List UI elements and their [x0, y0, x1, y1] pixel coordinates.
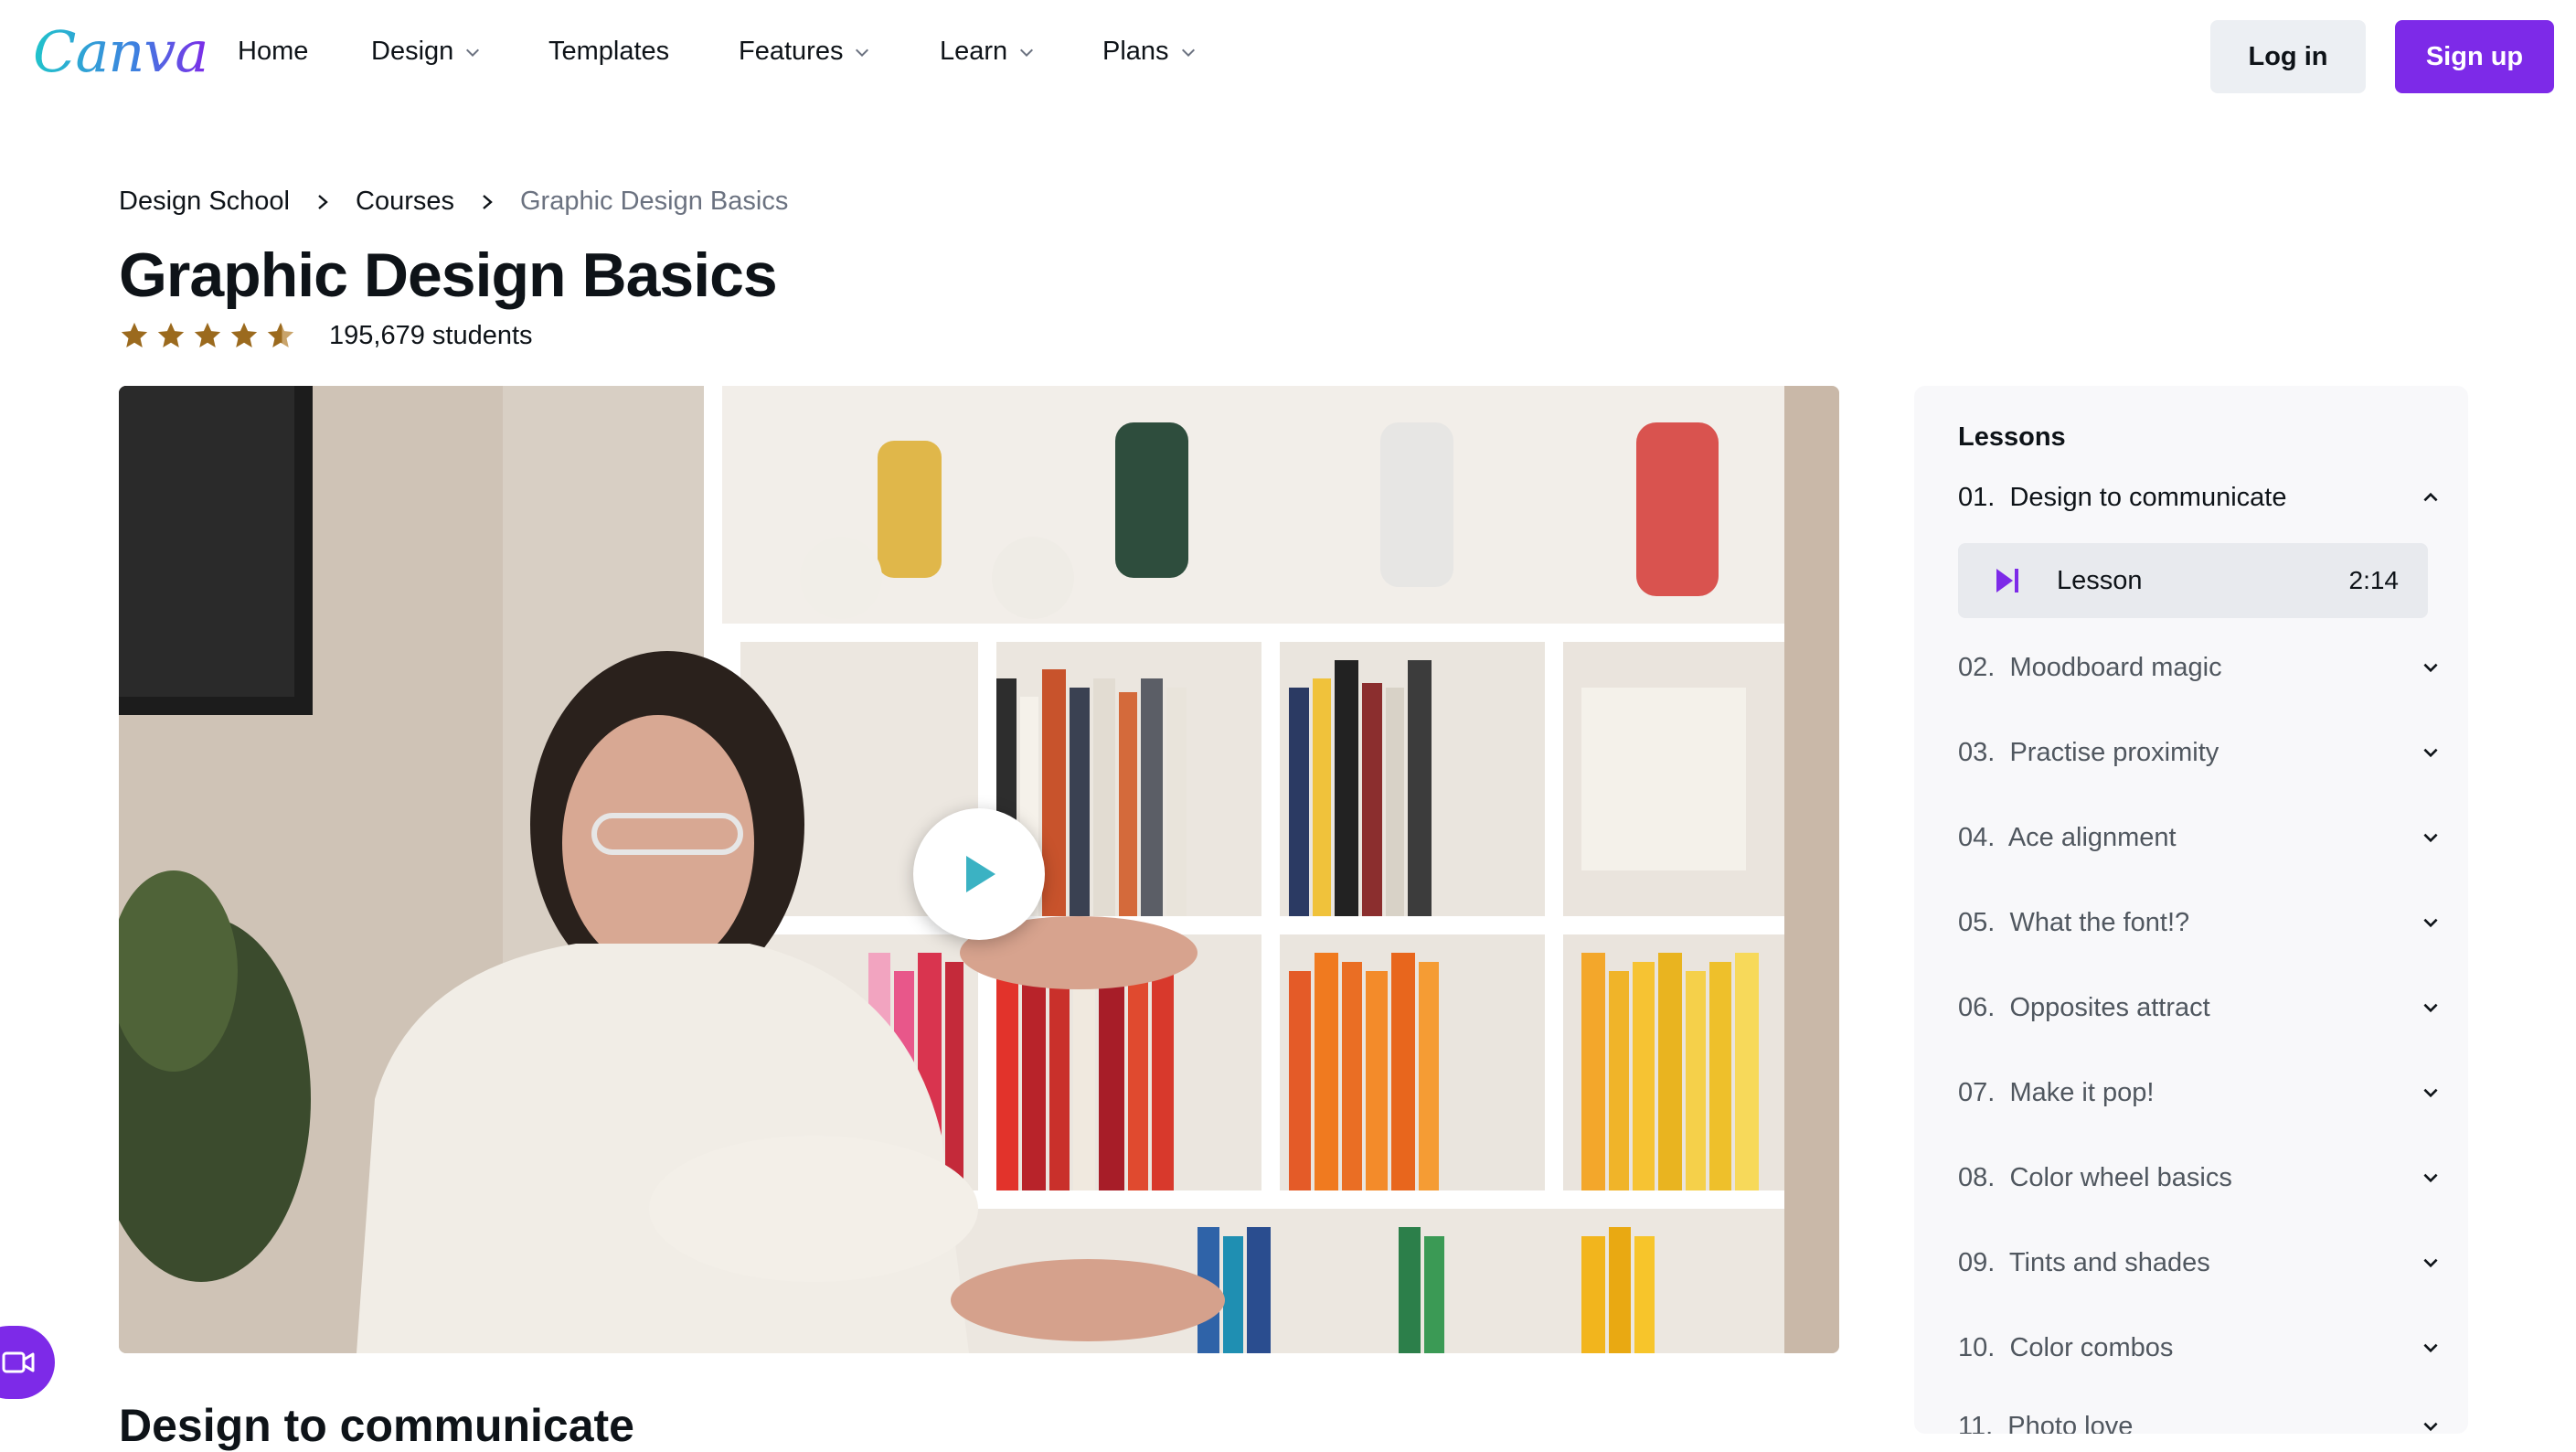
module-04[interactable]: 04. Ace alignment [1958, 810, 2441, 865]
star-icon [230, 322, 258, 348]
module-11[interactable]: 11. Photo love [1958, 1399, 2441, 1434]
lesson-duration: 2:14 [2348, 566, 2400, 594]
nav-home-label: Home [238, 37, 309, 66]
canva-logo[interactable]: Canva [33, 18, 208, 85]
module-01[interactable]: 01. Design to communicate [1958, 470, 2441, 525]
nav-templates-label: Templates [548, 37, 670, 66]
nav-plans-label: Plans [1102, 37, 1169, 66]
chevron-down-icon [2423, 663, 2438, 673]
login-button[interactable]: Log in [2210, 20, 2366, 93]
course-rating: 195,679 students [119, 320, 533, 351]
star-icon [194, 322, 221, 348]
module-02[interactable]: 02. Moodboard magic [1958, 640, 2441, 695]
chevron-down-icon [2423, 1173, 2438, 1183]
chevron-up-icon [2423, 492, 2438, 502]
nav-learn[interactable]: Learn [940, 37, 1035, 67]
module-07[interactable]: 07. Make it pop! [1958, 1065, 2441, 1120]
chevron-down-icon [2423, 1003, 2438, 1013]
section-heading: Design to communicate [119, 1400, 634, 1451]
module-label: 10. Color combos [1958, 1332, 2174, 1362]
course-video[interactable] [119, 386, 1839, 1353]
nav-home[interactable]: Home [238, 37, 308, 67]
lesson-item-active[interactable]: Lesson 2:14 [1958, 543, 2428, 618]
chevron-down-icon [1020, 48, 1034, 57]
nav-features-label: Features [739, 37, 844, 66]
chevron-down-icon [2423, 918, 2438, 928]
top-navigation: Canva Home Design Templates Features Lea… [0, 0, 2576, 115]
breadcrumb-current: Graphic Design Basics [520, 187, 789, 216]
module-label: 02. Moodboard magic [1958, 652, 2222, 682]
module-03[interactable]: 03. Practise proximity [1958, 725, 2441, 780]
nav-features[interactable]: Features [739, 37, 870, 67]
module-05[interactable]: 05. What the font!? [1958, 895, 2441, 950]
chevron-right-icon [483, 194, 493, 209]
module-label: 09. Tints and shades [1958, 1247, 2210, 1277]
chevron-down-icon [1181, 48, 1195, 57]
lessons-title: Lessons [1958, 422, 2066, 452]
breadcrumb-design-school[interactable]: Design School [119, 187, 290, 217]
chevron-down-icon [2423, 833, 2438, 843]
module-09[interactable]: 09. Tints and shades [1958, 1235, 2441, 1290]
module-label: 06. Opposites attract [1958, 992, 2210, 1022]
module-label: 07. Make it pop! [1958, 1077, 2155, 1107]
lessons-panel: Lessons 01. Design to communicate Lesson… [1914, 386, 2468, 1434]
lesson-label: Lesson [2057, 565, 2143, 595]
module-label: 11. Photo love [1958, 1411, 2134, 1435]
video-camera-button[interactable] [0, 1326, 55, 1399]
page-title: Graphic Design Basics [119, 240, 778, 310]
chevron-down-icon [2423, 1422, 2438, 1432]
module-08[interactable]: 08. Color wheel basics [1958, 1150, 2441, 1205]
module-06[interactable]: 06. Opposites attract [1958, 980, 2441, 1035]
module-10[interactable]: 10. Color combos [1958, 1320, 2441, 1375]
signup-button[interactable]: Sign up [2395, 20, 2554, 93]
chevron-down-icon [466, 48, 480, 57]
play-button[interactable] [913, 808, 1045, 940]
video-camera-icon [2, 1351, 35, 1373]
chevron-right-icon [318, 194, 328, 209]
play-skip-icon [1996, 569, 2018, 593]
nav-design[interactable]: Design [371, 37, 481, 67]
module-label: 04. Ace alignment [1958, 822, 2177, 852]
play-icon [966, 856, 995, 892]
nav-design-label: Design [371, 37, 454, 66]
chevron-down-icon [2423, 1088, 2438, 1098]
star-icon [157, 322, 185, 348]
module-label: 05. What the font!? [1958, 907, 2190, 937]
chevron-down-icon [2423, 1258, 2438, 1268]
module-label: 08. Color wheel basics [1958, 1162, 2232, 1192]
chevron-down-icon [2423, 1343, 2438, 1353]
nav-learn-label: Learn [940, 37, 1008, 66]
students-count: 195,679 students [329, 320, 533, 350]
chevron-down-icon [856, 48, 869, 57]
nav-plans[interactable]: Plans [1102, 37, 1197, 67]
breadcrumb: Design School Courses Graphic Design Bas… [119, 187, 788, 217]
star-half-icon [267, 322, 294, 348]
star-icon [121, 322, 148, 348]
chevron-down-icon [2423, 748, 2438, 758]
module-label: 01. Design to communicate [1958, 482, 2287, 512]
nav-templates[interactable]: Templates [548, 37, 669, 67]
breadcrumb-courses[interactable]: Courses [356, 187, 454, 217]
module-label: 03. Practise proximity [1958, 737, 2219, 767]
